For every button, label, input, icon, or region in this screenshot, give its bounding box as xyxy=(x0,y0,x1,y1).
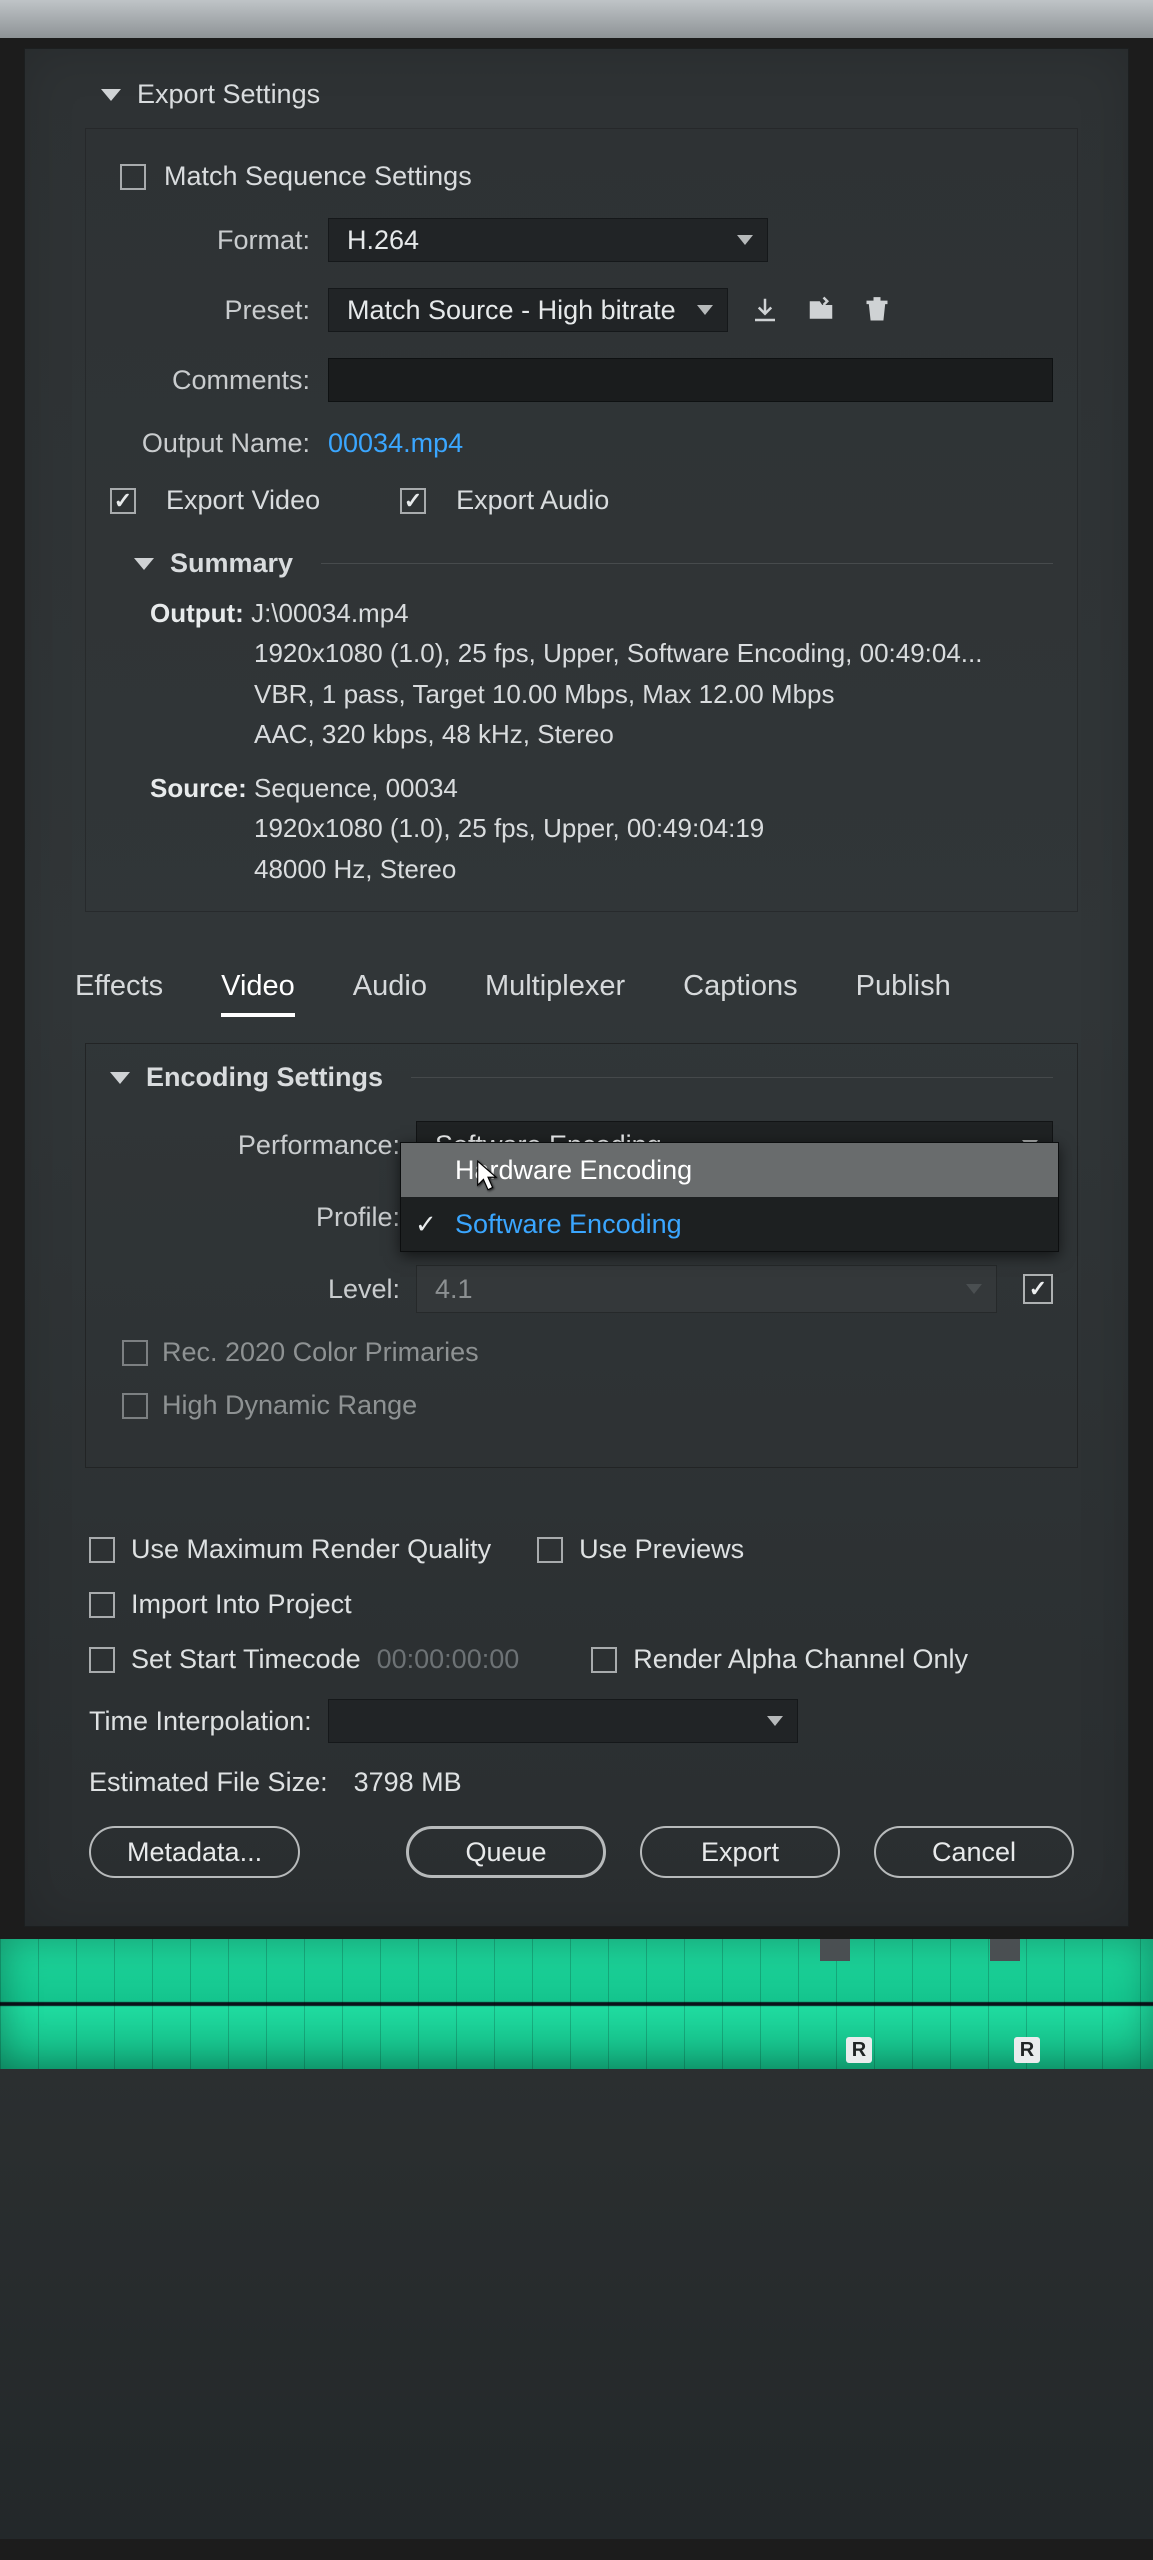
est-size-label: Estimated File Size: xyxy=(89,1767,328,1798)
encoding-settings-panel: Encoding Settings Performance: Software … xyxy=(85,1043,1078,1468)
chevron-down-icon xyxy=(966,1284,982,1294)
clip-marker xyxy=(820,1939,850,1961)
summary-output-line3: AAC, 320 kbps, 48 kHz, Stereo xyxy=(150,714,1053,754)
level-dropdown[interactable]: 4.1 xyxy=(416,1265,997,1313)
max-render-checkbox[interactable] xyxy=(89,1537,115,1563)
match-sequence-checkbox[interactable] xyxy=(120,164,146,190)
time-interp-dropdown[interactable] xyxy=(328,1699,798,1743)
export-audio-checkbox[interactable] xyxy=(400,488,426,514)
use-previews-label: Use Previews xyxy=(579,1534,744,1565)
export-dialog: Export Settings Match Sequence Settings … xyxy=(24,48,1129,1927)
rec2020-checkbox[interactable] xyxy=(122,1340,148,1366)
summary-title: Summary xyxy=(170,548,293,579)
performance-dropdown-menu: Hardware Encoding ✓ Software Encoding xyxy=(400,1142,1059,1252)
import-project-label: Import Into Project xyxy=(131,1589,352,1620)
tab-video[interactable]: Video xyxy=(221,970,295,1017)
option-label: Hardware Encoding xyxy=(455,1155,692,1186)
comments-input[interactable] xyxy=(328,358,1053,402)
divider xyxy=(321,563,1053,564)
summary-output-path: J:\00034.mp4 xyxy=(251,598,409,628)
metadata-button[interactable]: Metadata... xyxy=(89,1826,300,1878)
preset-label: Preset: xyxy=(110,295,310,326)
summary-block: Output: J:\00034.mp4 1920x1080 (1.0), 25… xyxy=(110,593,1053,889)
app-background xyxy=(0,2069,1153,2539)
rec2020-label: Rec. 2020 Color Primaries xyxy=(162,1337,479,1368)
cancel-button[interactable]: Cancel xyxy=(874,1826,1074,1878)
level-value: 4.1 xyxy=(435,1274,473,1305)
performance-label: Performance: xyxy=(110,1130,400,1161)
export-settings-panel: Match Sequence Settings Format: H.264 Pr… xyxy=(85,128,1078,912)
encoding-settings-header[interactable]: Encoding Settings xyxy=(110,1054,1053,1097)
check-icon: ✓ xyxy=(415,1209,437,1240)
start-timecode-label: Set Start Timecode xyxy=(131,1644,361,1675)
tab-audio[interactable]: Audio xyxy=(353,970,427,1017)
level-link-checkbox[interactable]: ✓ xyxy=(1023,1274,1053,1304)
render-alpha-checkbox[interactable] xyxy=(591,1647,617,1673)
settings-tabstrip: Effects Video Audio Multiplexer Captions… xyxy=(25,940,1128,1017)
export-settings-title: Export Settings xyxy=(137,79,320,110)
level-label: Level: xyxy=(110,1274,400,1305)
summary-source-line2: 48000 Hz, Stereo xyxy=(150,849,1053,889)
summary-header[interactable]: Summary xyxy=(110,542,1053,593)
button-row: Metadata... Queue Export Cancel xyxy=(89,1826,1074,1878)
export-video-checkbox[interactable] xyxy=(110,488,136,514)
summary-output-line2: VBR, 1 pass, Target 10.00 Mbps, Max 12.0… xyxy=(150,674,1053,714)
export-button[interactable]: Export xyxy=(640,1826,840,1878)
summary-output-label: Output: xyxy=(150,598,244,628)
render-alpha-label: Render Alpha Channel Only xyxy=(633,1644,968,1675)
dropdown-option-hardware[interactable]: Hardware Encoding xyxy=(401,1143,1058,1197)
chevron-down-icon xyxy=(101,89,121,101)
window-chrome xyxy=(0,0,1153,38)
hdr-label: High Dynamic Range xyxy=(162,1390,417,1421)
delete-preset-icon[interactable] xyxy=(858,291,896,329)
start-timecode-value: 00:00:00:00 xyxy=(377,1644,520,1675)
export-settings-header[interactable]: Export Settings xyxy=(25,69,1128,128)
export-video-label: Export Video xyxy=(166,485,320,516)
divider xyxy=(411,1077,1053,1078)
output-name-link[interactable]: 00034.mp4 xyxy=(328,428,463,459)
tab-effects[interactable]: Effects xyxy=(75,970,163,1017)
track-badge: R xyxy=(1014,2037,1040,2063)
timeline-waveform[interactable]: R R xyxy=(0,1939,1153,2069)
tab-publish[interactable]: Publish xyxy=(856,970,951,1017)
use-previews-checkbox[interactable] xyxy=(537,1537,563,1563)
chevron-down-icon xyxy=(697,305,713,315)
format-dropdown[interactable]: H.264 xyxy=(328,218,768,262)
tab-multiplexer[interactable]: Multiplexer xyxy=(485,970,625,1017)
preset-dropdown[interactable]: Match Source - High bitrate xyxy=(328,288,728,332)
hdr-checkbox[interactable] xyxy=(122,1393,148,1419)
time-interp-label: Time Interpolation: xyxy=(89,1706,312,1737)
preset-value: Match Source - High bitrate xyxy=(347,295,676,326)
chevron-down-icon xyxy=(767,1716,783,1726)
encoding-settings-title: Encoding Settings xyxy=(146,1062,383,1093)
comments-label: Comments: xyxy=(110,365,310,396)
chevron-down-icon xyxy=(110,1072,130,1084)
queue-button[interactable]: Queue xyxy=(406,1826,606,1878)
tab-captions[interactable]: Captions xyxy=(683,970,797,1017)
export-audio-label: Export Audio xyxy=(456,485,609,516)
summary-source-line0: Sequence, 00034 xyxy=(254,773,458,803)
import-preset-icon[interactable] xyxy=(802,291,840,329)
option-label: Software Encoding xyxy=(455,1209,682,1240)
clip-marker xyxy=(990,1939,1020,1961)
chevron-down-icon xyxy=(737,235,753,245)
summary-source-label: Source: xyxy=(150,773,247,803)
est-size-value: 3798 MB xyxy=(354,1767,462,1798)
match-sequence-label: Match Sequence Settings xyxy=(164,161,472,192)
import-project-checkbox[interactable] xyxy=(89,1592,115,1618)
profile-label: Profile: xyxy=(110,1202,400,1233)
max-render-label: Use Maximum Render Quality xyxy=(131,1534,491,1565)
summary-output-line1: 1920x1080 (1.0), 25 fps, Upper, Software… xyxy=(150,633,1053,673)
chevron-down-icon xyxy=(134,558,154,570)
format-label: Format: xyxy=(110,225,310,256)
start-timecode-checkbox[interactable] xyxy=(89,1647,115,1673)
save-preset-icon[interactable] xyxy=(746,291,784,329)
output-name-label: Output Name: xyxy=(110,428,310,459)
dropdown-option-software[interactable]: ✓ Software Encoding xyxy=(401,1197,1058,1251)
track-badge: R xyxy=(846,2037,872,2063)
lower-options: Use Maximum Render Quality Use Previews … xyxy=(65,1502,1098,1896)
format-value: H.264 xyxy=(347,225,419,256)
summary-source-line1: 1920x1080 (1.0), 25 fps, Upper, 00:49:04… xyxy=(150,808,1053,848)
